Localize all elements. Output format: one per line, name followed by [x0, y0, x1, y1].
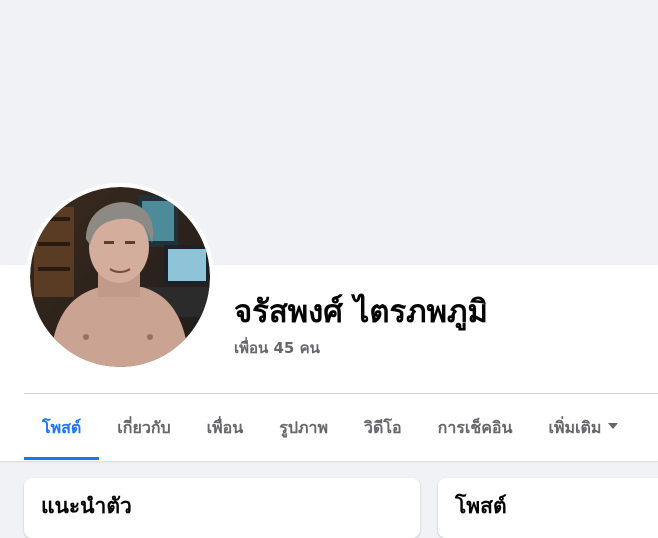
tab-posts-label: โพสต์ — [42, 417, 82, 437]
profile-avatar[interactable] — [26, 183, 214, 371]
tab-more[interactable]: เพิ่มเติม — [530, 396, 636, 460]
posts-card: โพสต์ — [438, 478, 658, 538]
header-divider — [24, 393, 658, 394]
tab-about-label: เกี่ยวกับ — [117, 417, 171, 437]
tab-more-label: เพิ่มเติม — [548, 417, 602, 437]
friends-count[interactable]: เพื่อน 45 คน — [234, 338, 320, 358]
tab-posts[interactable]: โพสต์ — [24, 396, 100, 460]
tab-photos[interactable]: รูปภาพ — [261, 396, 346, 460]
tab-videos[interactable]: วิดีโอ — [346, 396, 420, 460]
tab-friends-label: เพื่อน — [206, 417, 244, 437]
posts-card-title: โพสต์ — [455, 494, 507, 518]
profile-photo-image — [30, 187, 210, 367]
tab-checkins-label: การเช็คอิน — [437, 417, 513, 437]
tab-videos-label: วิดีโอ — [364, 417, 402, 437]
intro-card: แนะนำตัว — [24, 478, 420, 538]
tab-checkins[interactable]: การเช็คอิน — [420, 396, 531, 460]
caret-down-icon — [608, 423, 619, 429]
profile-name: จรัสพงศ์ ไตรภพภูมิ — [234, 294, 488, 330]
profile-tabs: โพสต์ เกี่ยวกับ เพื่อน รูปภาพ วิดีโอ การ… — [24, 396, 636, 460]
tab-about[interactable]: เกี่ยวกับ — [99, 396, 188, 460]
tab-photos-label: รูปภาพ — [279, 417, 329, 437]
intro-card-title: แนะนำตัว — [41, 494, 132, 518]
tab-friends[interactable]: เพื่อน — [189, 396, 262, 460]
